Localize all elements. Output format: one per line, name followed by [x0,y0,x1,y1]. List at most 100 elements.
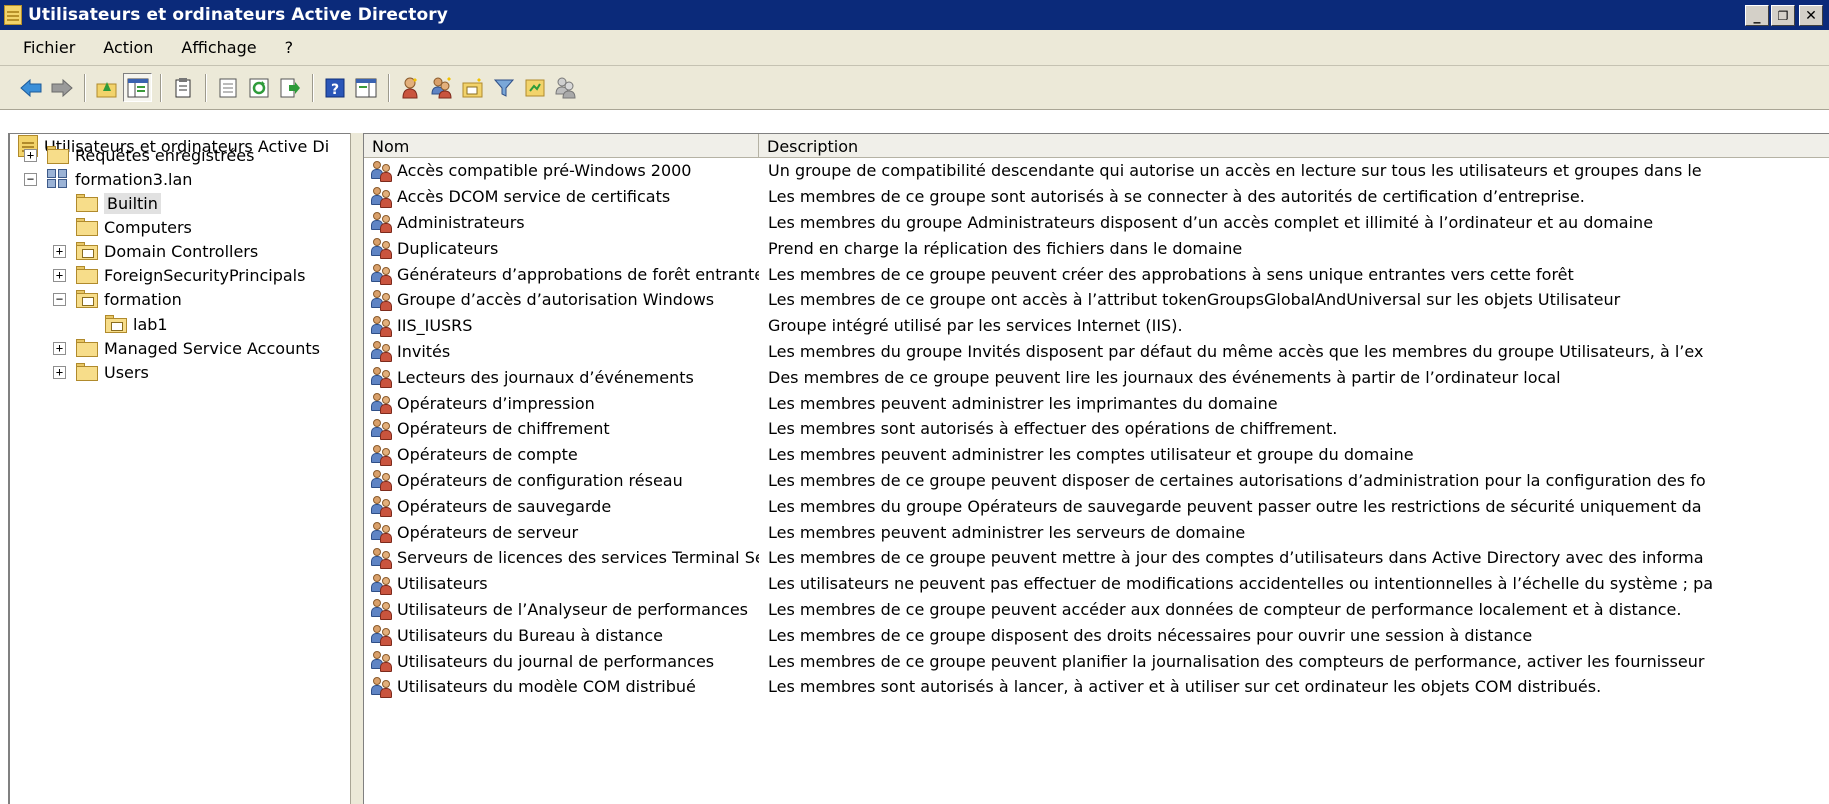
table-row[interactable]: Invités Les membres du groupe Invités dis… [364,339,1829,365]
filter-icon[interactable] [489,73,518,102]
menu-help[interactable]: ? [274,38,305,57]
cell-name: Accès DCOM service de certificats [364,186,759,208]
pane-splitter[interactable] [350,133,363,804]
toolbar-separator [84,73,86,102]
folder-icon [47,146,69,164]
tree-item-lab1[interactable]: lab1 [105,311,168,337]
minimize-button[interactable]: _ [1745,5,1769,26]
tree-item-foreign-security-principals[interactable]: ForeignSecurityPrincipals [76,262,305,288]
tree-item-label: Requêtes enregistrées [75,145,255,165]
group-description: Les membres du groupe Opérateurs de sauv… [768,496,1702,516]
menu-affichage[interactable]: Affichage [170,38,267,57]
group-icon [370,495,394,518]
group-icon [370,650,394,673]
tree-item-label: lab1 [133,314,168,334]
tree-item-builtin[interactable]: Builtin [76,190,161,216]
tree-item-computers[interactable]: Computers [76,214,192,240]
tree-item-label: ForeignSecurityPrincipals [104,265,306,285]
group-name: Utilisateurs du Bureau à distance [397,625,664,645]
group-icon [370,315,394,337]
table-row[interactable]: Générateurs d’approbations de forêt entr… [364,261,1829,287]
expand-icon[interactable]: + [24,149,37,162]
export-list-icon[interactable] [275,73,304,102]
show-console-tree-icon[interactable] [123,73,152,102]
cell-name: Opérateurs de sauvegarde [364,495,759,518]
group-icon [370,469,394,492]
cell-name: Lecteurs des journaux d’événements [364,366,759,389]
tree-item-domain-controllers[interactable]: Domain Controllers [76,238,258,264]
table-row[interactable]: Utilisateurs du modèle COM distribué Les … [364,674,1829,700]
group-name: Générateurs d’approbations de forêt entr… [397,264,759,284]
group-description: Les utilisateurs ne peuvent pas effectue… [768,574,1714,594]
group-description: Prend en charge la réplication des fichi… [768,238,1243,258]
table-row[interactable]: Utilisateurs du Bureau à distance Les mem… [364,622,1829,648]
restore-button[interactable]: ❐ [1771,5,1795,26]
find-icon[interactable] [520,73,549,102]
table-row[interactable]: Opérateurs de serveur Les membres peuvent… [364,519,1829,545]
tree-item-domain[interactable]: formation3.lan [47,166,192,192]
up-folder-icon[interactable] [92,73,121,102]
new-ou-icon[interactable] [458,73,487,102]
folder-icon [76,266,98,284]
add-to-group-icon[interactable] [551,73,580,102]
group-icon [370,392,394,415]
new-group-icon[interactable] [427,73,456,102]
folder-icon [76,363,98,381]
forward-arrow-icon[interactable] [47,73,76,102]
collapse-icon[interactable]: − [24,173,37,186]
help-icon[interactable]: ? [320,73,349,102]
table-row[interactable]: Utilisateurs de l’Analyseur de performan… [364,597,1829,623]
table-row[interactable]: Accès DCOM service de certificats Les mem… [364,184,1829,210]
menu-action[interactable]: Action [92,38,164,57]
action-pane-icon[interactable] [351,73,380,102]
column-header-nom[interactable]: Nom [364,134,759,158]
table-row[interactable]: Opérateurs de chiffrement Les membres son… [364,416,1829,442]
cell-name: Opérateurs de compte [364,444,759,466]
table-row[interactable]: Utilisateurs Les utilisateurs ne peuvent … [364,571,1829,597]
tree-item-label: formation3.lan [75,169,193,189]
new-user-icon[interactable] [396,73,425,102]
group-description: Les membres de ce groupe peuvent créer d… [768,264,1574,284]
table-row[interactable]: Lecteurs des journaux d’événements Des me… [364,364,1829,390]
column-header-description[interactable]: Description [759,134,1829,158]
table-row[interactable]: Opérateurs d’impression Les membres peuve… [364,390,1829,416]
refresh-icon[interactable] [244,73,273,102]
group-description: Les membres sont autorisés à lancer, à a… [768,677,1602,697]
group-icon [370,418,394,440]
group-name: Accès compatible pré-Windows 2000 [397,161,692,181]
table-row[interactable]: Opérateurs de sauvegarde Les membres du g… [364,493,1829,519]
cell-name: Utilisateurs [364,573,759,595]
expand-icon[interactable]: + [53,366,66,379]
tree-item-managed-service-accounts[interactable]: Managed Service Accounts [76,335,320,361]
expand-icon[interactable]: + [53,245,66,258]
cell-name: Opérateurs de serveur [364,521,759,544]
tree-item-users[interactable]: Users [76,359,149,385]
group-name: Duplicateurs [397,238,499,258]
table-row[interactable]: Opérateurs de configuration réseau Les me… [364,468,1829,494]
collapse-icon[interactable]: − [53,293,66,306]
group-icon [370,237,394,260]
table-row[interactable]: Administrateurs Les membres du groupe Adm… [364,210,1829,236]
close-button[interactable]: ✕ [1799,5,1823,26]
menu-fichier[interactable]: Fichier [12,38,86,57]
group-icon [370,263,394,286]
table-row[interactable]: Opérateurs de compte Les membres peuvent … [364,442,1829,468]
group-description: Les membres peuvent administrer les impr… [768,393,1278,413]
expand-icon[interactable]: + [53,269,66,282]
tree-item-formation[interactable]: formation [76,286,182,312]
toolbar-separator [205,73,207,102]
properties-icon[interactable] [213,73,242,102]
clipboard-icon[interactable] [168,73,197,102]
tree-item-saved-queries[interactable]: Requêtes enregistrées [47,142,254,168]
table-row[interactable]: Accès compatible pré-Windows 2000 Un grou… [364,158,1829,184]
group-name: Administrateurs [397,212,525,232]
table-row[interactable]: Serveurs de licences des services Termin… [364,545,1829,571]
table-row[interactable]: IIS_IUSRS Groupe intégré utilisé par les … [364,313,1829,339]
table-row[interactable]: Utilisateurs du journal de performances L… [364,648,1829,674]
expand-icon[interactable]: + [53,342,66,355]
back-arrow-icon[interactable] [16,73,45,102]
table-row[interactable]: Duplicateurs Prend en charge la réplicati… [364,235,1829,261]
group-name: Invités [397,341,451,361]
table-row[interactable]: Groupe d’accès d’autorisation Windows Les… [364,287,1829,313]
ou-folder-icon [76,242,98,260]
